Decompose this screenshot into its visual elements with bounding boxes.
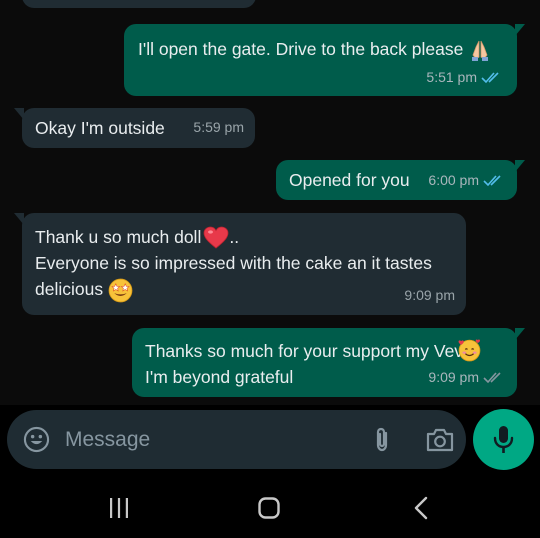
message-bubble-incoming[interactable]: Okay I'm outside 5:59 pm	[14, 108, 255, 148]
bubble-tail	[515, 328, 525, 340]
folded-hands-emoji	[472, 41, 489, 62]
camera-icon[interactable]	[425, 427, 455, 453]
message-bubble-incoming[interactable]: Thank u so much doll .. Everyone is so i…	[14, 213, 466, 315]
message-bubble-outgoing[interactable]: Thanks so much for your support my Vev I…	[132, 328, 525, 397]
red-heart-emoji	[203, 226, 229, 249]
message-bubble-partial[interactable]	[22, 0, 256, 8]
recents-icon[interactable]	[107, 496, 131, 520]
message-text: Thanks so much for your support my Vev	[145, 341, 464, 361]
message-composer	[7, 410, 466, 469]
message-input[interactable]	[65, 422, 345, 458]
message-bubble-outgoing[interactable]: I'll open the gate. Drive to the back pl…	[124, 24, 525, 96]
emoji-icon[interactable]	[23, 426, 50, 453]
mic-button[interactable]	[473, 409, 534, 470]
message-text: I'll open the gate. Drive to the back pl…	[138, 39, 464, 59]
bubble-tail	[14, 108, 24, 120]
message-meta: 9:09 pm	[428, 364, 505, 390]
message-bubble-outgoing[interactable]: Opened for you 6:00 pm	[276, 160, 525, 200]
bubble-tail	[14, 213, 24, 225]
message-time: 6:00 pm	[428, 172, 479, 188]
message-text-suffix: ..	[229, 227, 240, 247]
bubble-tail	[515, 24, 525, 36]
message-time: 5:59 pm	[193, 119, 244, 135]
message-text: Thank u so much doll	[35, 227, 202, 247]
message-meta: 9:09 pm	[404, 282, 455, 308]
message-line: delicious	[35, 276, 453, 303]
read-ticks-icon	[483, 175, 501, 187]
system-navigation-bar	[0, 478, 540, 538]
delivered-ticks-icon	[483, 372, 501, 384]
message-line: Thank u so much doll ..	[35, 224, 453, 250]
message-meta: 5:51 pm	[426, 64, 503, 90]
smiling-face-with-hearts-emoji	[458, 339, 481, 362]
message-text: Everyone is so impressed with the cake a…	[35, 253, 432, 274]
back-icon[interactable]	[410, 496, 434, 520]
home-icon[interactable]	[257, 496, 281, 520]
bubble-tail	[515, 160, 525, 172]
message-text-row: I'll open the gate. Drive to the back pl…	[138, 36, 503, 62]
message-meta: 6:00 pm	[428, 167, 505, 193]
message-line: Thanks so much for your support my Vev	[145, 338, 504, 364]
chat-area: I'll open the gate. Drive to the back pl…	[0, 0, 540, 405]
message-meta: 5:59 pm	[193, 114, 244, 140]
mic-icon	[493, 426, 514, 453]
attach-icon[interactable]	[369, 426, 395, 454]
star-struck-emoji	[108, 278, 133, 303]
message-text: delicious	[35, 279, 104, 300]
message-time: 9:09 pm	[428, 369, 479, 385]
message-time: 5:51 pm	[426, 69, 477, 85]
message-time: 9:09 pm	[404, 287, 455, 303]
read-ticks-icon	[481, 72, 499, 84]
